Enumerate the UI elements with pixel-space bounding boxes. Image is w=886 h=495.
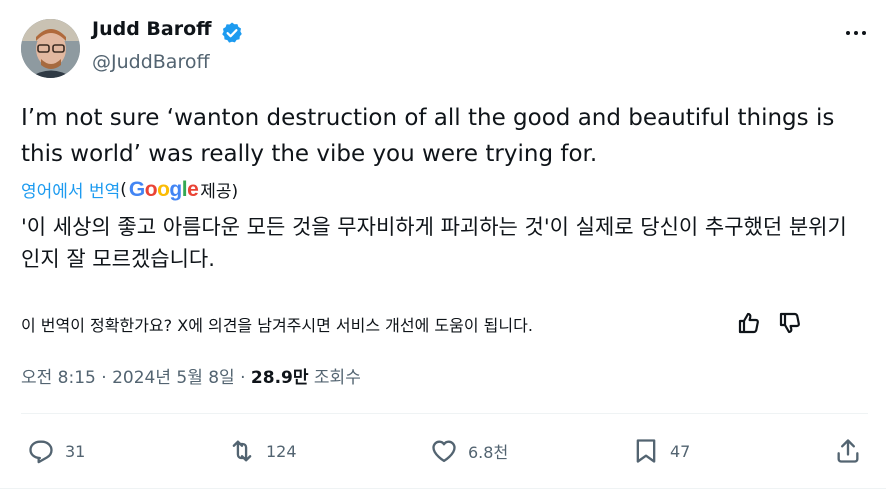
bottom-divider (0, 488, 886, 489)
meta-separator: · (101, 368, 107, 388)
bookmark-icon (636, 439, 656, 463)
more-options-icon[interactable] (843, 23, 869, 43)
author-handle[interactable]: @JuddBaroff (92, 51, 210, 73)
author-name[interactable]: Judd Baroff (92, 18, 212, 40)
thumbs-down-icon[interactable] (777, 310, 803, 336)
reply-count: 31 (65, 441, 86, 461)
verified-badge-icon (222, 22, 242, 43)
divider (21, 413, 868, 414)
tweet-date[interactable]: 2024년 5월 8일 (112, 368, 235, 388)
tweet-meta: 오전 8:15 · 2024년 5월 8일 · 28.9만 조회수 (21, 363, 361, 388)
share-icon (837, 439, 859, 463)
repost-button[interactable]: 124 (228, 436, 297, 466)
like-icon (432, 440, 456, 463)
translated-text: '이 세상의 좋고 아름다운 모든 것을 무자비하게 파괴하는 것'이 실제로 … (21, 215, 847, 271)
translation-provider-suffix: 제공) (200, 182, 239, 202)
like-count: 6.8천 (468, 443, 509, 462)
translation-feedback-prompt: 이 번역이 정확한가요? X에 의견을 남겨주시면 서비스 개선에 도움이 됩니… (21, 316, 533, 335)
google-logo: Google (128, 177, 199, 201)
like-button[interactable]: 6.8천 (430, 436, 508, 466)
bookmark-button[interactable]: 47 (632, 436, 690, 466)
tweet-text: I’m not sure ‘wanton destruction of all … (21, 105, 835, 167)
thumbs-up-icon[interactable] (736, 310, 762, 336)
reply-button[interactable]: 31 (27, 436, 85, 466)
avatar-image (21, 19, 80, 78)
reply-icon (29, 440, 53, 464)
tweet-time[interactable]: 오전 8:15 (21, 368, 96, 388)
translation-attribution: 영어에서 번역 ( Google 제공) (21, 177, 239, 203)
repost-count: 124 (266, 441, 297, 461)
share-button[interactable] (834, 436, 872, 466)
translation-paren-open: ( (120, 179, 127, 200)
show-original-link[interactable]: 영어에서 번역 (21, 177, 120, 202)
views-label: 조회수 (313, 368, 361, 388)
meta-separator: · (240, 368, 246, 388)
repost-icon (232, 440, 252, 462)
bookmark-count: 47 (670, 441, 691, 461)
views-count: 28.9만 (250, 368, 309, 388)
avatar[interactable] (21, 19, 80, 78)
